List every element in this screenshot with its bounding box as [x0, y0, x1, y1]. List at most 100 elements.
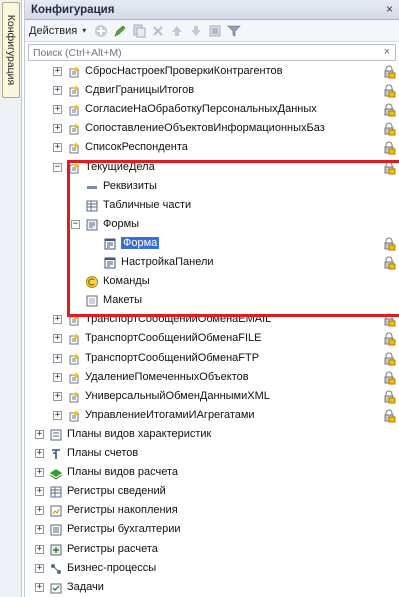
tree-item-label: ТекущиеДела: [85, 160, 155, 173]
tree-row[interactable]: + СдвигГраницыИтогов: [25, 82, 399, 100]
tree-row[interactable]: Реквизиты: [25, 178, 399, 196]
expand-icon[interactable]: +: [53, 86, 62, 96]
tree-row[interactable]: + УдалениеПомеченныхОбъектов: [25, 369, 399, 387]
tree-row[interactable]: Форма: [25, 235, 399, 253]
information-register-icon: [49, 485, 63, 499]
add-icon[interactable]: [93, 23, 109, 39]
tree-item-label: Макеты: [103, 294, 143, 307]
document-object-icon: [67, 371, 81, 385]
tree-row[interactable]: − ТекущиеДела: [25, 159, 399, 177]
expand-icon[interactable]: +: [53, 124, 62, 134]
tree-item-label: ТранспортСообщенийОбменаFILE: [85, 332, 262, 345]
expand-icon[interactable]: +: [35, 429, 44, 439]
edit-pencil-icon[interactable]: [112, 23, 128, 39]
tree-item-label: Регистры бухгалтерии: [67, 523, 181, 536]
lock-icon: [382, 84, 396, 98]
tree-row[interactable]: Команды: [25, 273, 399, 291]
tree-row[interactable]: Макеты: [25, 292, 399, 310]
tree-row[interactable]: + СбросНастроекПроверкиКонтрагентов: [25, 63, 399, 81]
document-object-icon: [67, 65, 81, 79]
chart-of-characteristics-icon: [49, 428, 63, 442]
tree-row[interactable]: НастройкаПанели: [25, 254, 399, 272]
tree-item-label: Регистры расчета: [67, 542, 158, 555]
tree-row[interactable]: Табличные части: [25, 197, 399, 215]
window-titlebar: Конфигурация ×: [25, 0, 399, 20]
lock-icon: [382, 371, 396, 385]
tree-row[interactable]: + Планы видов характеристик: [25, 426, 399, 444]
tree-item-label: Формы: [103, 217, 140, 230]
tree-row[interactable]: + Планы видов расчета: [25, 464, 399, 482]
tree-item-label: СдвигГраницыИтогов: [85, 84, 195, 97]
lock-icon: [382, 313, 396, 327]
tree-item-label: СбросНастроекПроверкиКонтрагентов: [85, 65, 283, 77]
tree-row[interactable]: + УправлениеИтогамиИАгрегатами: [25, 407, 399, 425]
expand-icon[interactable]: +: [35, 449, 44, 458]
tree-row[interactable]: + ТранспортСообщенийОбменаEMAIL: [25, 311, 399, 329]
tree-row[interactable]: + Регистры расчета: [25, 541, 399, 559]
tree-row[interactable]: + СогласиеНаОбработкуПерсональныхДанных: [25, 101, 399, 119]
expand-icon[interactable]: +: [35, 563, 44, 573]
tree-row[interactable]: + ТранспортСообщенийОбменаFTP: [25, 350, 399, 368]
tree-row[interactable]: − Формы: [25, 216, 399, 234]
lock-icon: [382, 141, 396, 155]
search-input[interactable]: [33, 46, 333, 59]
tree-row[interactable]: + УниверсальныйОбменДаннымиXML: [25, 388, 399, 406]
tree-row[interactable]: + Планы счетов: [25, 445, 399, 463]
tree-item-label: Задачи: [67, 580, 104, 593]
tree-row[interactable]: + СопоставлениеОбъектовИнформационныхБаз: [25, 120, 399, 138]
side-tab-strip: Конфигурация: [0, 0, 22, 597]
expand-icon[interactable]: +: [35, 544, 44, 554]
move-down-icon[interactable]: [188, 23, 204, 39]
expand-icon[interactable]: +: [35, 582, 44, 592]
expand-icon[interactable]: +: [53, 410, 62, 420]
form-icon: [103, 237, 117, 251]
expand-icon[interactable]: +: [53, 353, 62, 363]
expand-icon[interactable]: +: [53, 334, 62, 344]
document-object-icon: [67, 313, 81, 327]
tree-row[interactable]: + Бизнес-процессы: [25, 560, 399, 578]
tree-item-label: УправлениеИтогамиИАгрегатами: [85, 408, 255, 421]
tree-item-label: СписокРеспондента: [85, 141, 188, 154]
tree-item-label: Планы счетов: [67, 447, 139, 459]
tree-row[interactable]: + СписокРеспондента: [25, 139, 399, 157]
expand-icon[interactable]: +: [53, 143, 62, 153]
clear-search-icon[interactable]: ×: [384, 46, 390, 58]
tree-row[interactable]: + ТранспортСообщенийОбменаFILE: [25, 330, 399, 348]
expand-icon[interactable]: +: [35, 506, 44, 516]
tree-row[interactable]: + Регистры накопления: [25, 502, 399, 520]
tree-item-label: Планы видов расчета: [67, 466, 179, 479]
tree-item-label: УдалениеПомеченныхОбъектов: [85, 370, 249, 383]
tree-row[interactable]: + Регистры бухгалтерии: [25, 521, 399, 539]
document-object-icon: [67, 332, 81, 346]
expand-icon[interactable]: +: [53, 315, 62, 325]
filter-icon[interactable]: [226, 23, 242, 39]
toolbar: Действия ▾: [25, 20, 399, 42]
expand-icon[interactable]: +: [35, 487, 44, 497]
expand-icon[interactable]: +: [53, 105, 62, 115]
actions-menu-button[interactable]: Действия: [29, 25, 79, 37]
expand-icon[interactable]: +: [35, 525, 44, 535]
close-icon[interactable]: ×: [386, 2, 393, 16]
search-field[interactable]: ×: [28, 44, 396, 61]
tree-row[interactable]: + Регистры сведений: [25, 483, 399, 501]
expand-icon[interactable]: +: [53, 67, 62, 76]
expand-icon[interactable]: +: [35, 468, 44, 478]
form-icon: [103, 256, 117, 270]
document-object-icon: [67, 103, 81, 117]
delete-icon[interactable]: [150, 23, 166, 39]
expand-icon[interactable]: +: [53, 372, 62, 382]
collapse-icon[interactable]: −: [71, 219, 80, 229]
copy-icon[interactable]: [131, 23, 147, 39]
document-object-icon: [67, 352, 81, 366]
calculation-register-icon: [49, 543, 63, 557]
tab-configuration-vertical[interactable]: Конфигурация: [2, 2, 20, 98]
document-object-icon: [67, 161, 81, 175]
lock-icon: [382, 237, 396, 251]
chevron-down-icon[interactable]: ▾: [82, 26, 86, 35]
move-up-icon[interactable]: [169, 23, 185, 39]
sort-list-icon[interactable]: [207, 23, 223, 39]
expand-icon[interactable]: +: [53, 391, 62, 401]
lock-icon: [382, 409, 396, 423]
tree-row[interactable]: + Задачи: [25, 579, 399, 597]
collapse-icon[interactable]: −: [53, 162, 62, 172]
